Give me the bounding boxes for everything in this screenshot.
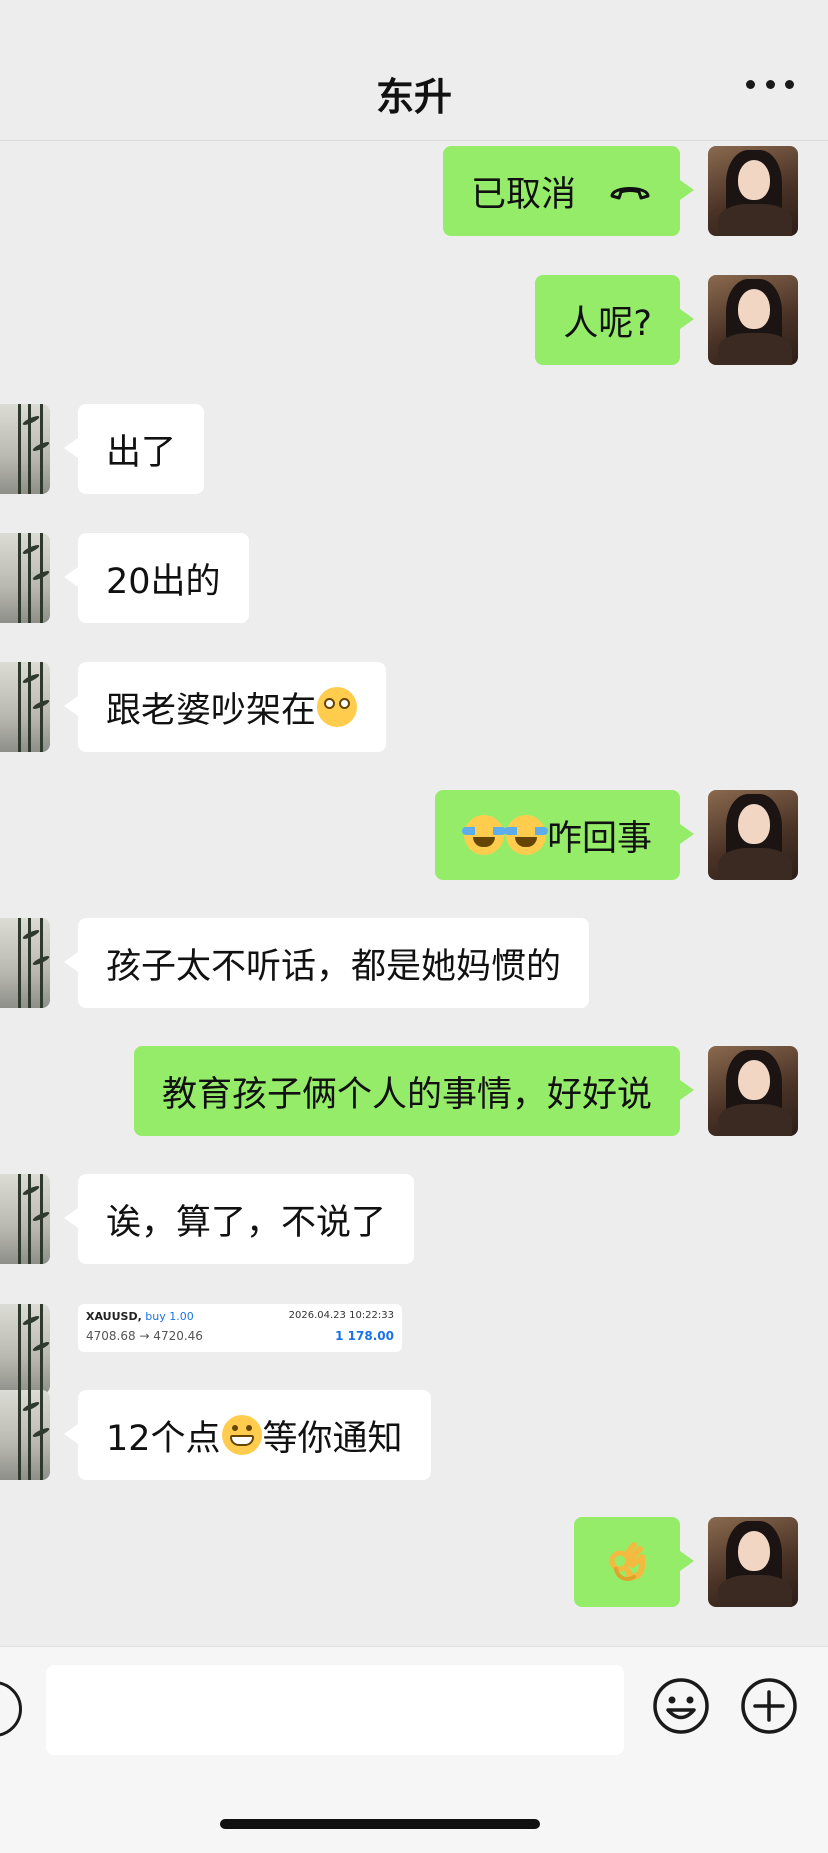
emoji-button[interactable] (652, 1677, 710, 1735)
message-text: 教育孩子俩个人的事情，好好说 (161, 1074, 652, 1115)
trade-datetime: 2026.04.23 10:22:33 (288, 1310, 394, 1321)
call-cancelled-icon (610, 187, 650, 200)
message-text: 咋回事 (546, 818, 652, 859)
plus-button[interactable] (740, 1677, 798, 1735)
message-bubble-other[interactable]: 孩子太不听话，都是她妈惯的 (63, 918, 590, 1008)
contact-avatar[interactable] (0, 533, 50, 623)
message-input[interactable] (46, 1665, 624, 1755)
message-text: 20出的 (106, 561, 221, 602)
message-bubble-other[interactable]: 12个点 等你通知 (64, 1390, 431, 1480)
trade-profit: 1 178.00 (335, 1329, 394, 1343)
grinning-face-icon (221, 1415, 262, 1455)
message-text: 诶，算了，不说了 (106, 1202, 387, 1243)
message-bubble-mine[interactable]: 已取消 (442, 146, 695, 236)
message-text: 人呢? (563, 303, 652, 344)
my-avatar[interactable] (708, 790, 798, 880)
trade-screenshot-card[interactable]: XAUUSD, buy 1.00 2026.04.23 10:22:33 470… (78, 1304, 402, 1352)
message-bubble-other[interactable]: 跟老婆吵架在 (63, 662, 387, 752)
trade-symbol: XAUUSD, (86, 1310, 142, 1323)
voice-input-button[interactable] (0, 1681, 22, 1737)
my-avatar[interactable] (708, 1046, 798, 1136)
contact-avatar[interactable] (0, 1390, 50, 1480)
message-text: 12个点 (106, 1418, 221, 1459)
message-bubble-mine[interactable]: 教育孩子俩个人的事情，好好说 (133, 1046, 695, 1136)
loudly-crying-face-icon (503, 815, 548, 855)
chat-header: 东升 (0, 0, 828, 141)
my-avatar[interactable] (708, 275, 798, 365)
message-text: 等你通知 (262, 1418, 403, 1459)
message-bubble-mine[interactable]: 人呢? (535, 275, 694, 365)
trade-prices: 4708.68 → 4720.46 (86, 1329, 203, 1343)
flushed-face-icon (317, 687, 358, 727)
message-text: 孩子太不听话，都是她妈惯的 (106, 946, 562, 987)
message-text: 跟老婆吵架在 (106, 690, 317, 731)
home-indicator (220, 1819, 540, 1829)
my-avatar[interactable] (708, 1517, 798, 1607)
contact-avatar[interactable] (0, 662, 50, 752)
message-bubble-mine[interactable]: 咋回事 (434, 790, 695, 880)
message-text: 已取消 (470, 174, 576, 215)
message-bubble-mine[interactable] (574, 1517, 694, 1607)
loudly-crying-face-icon (461, 815, 506, 855)
input-bar (0, 1646, 828, 1853)
message-bubble-other[interactable]: 20出的 (64, 533, 249, 623)
trade-action: buy 1.00 (145, 1310, 194, 1323)
message-bubble-other[interactable]: 诶，算了，不说了 (63, 1174, 415, 1264)
my-avatar[interactable] (708, 146, 798, 236)
message-bubble-other[interactable]: 出了 (63, 404, 205, 494)
chat-title: 东升 (375, 75, 452, 119)
message-text: 出了 (106, 432, 177, 473)
contact-avatar[interactable] (0, 1174, 50, 1264)
contact-avatar[interactable] (0, 918, 50, 1008)
contact-avatar[interactable] (0, 404, 50, 494)
contact-avatar[interactable] (0, 1304, 50, 1394)
ok-hand-icon (609, 1542, 645, 1581)
more-options-icon[interactable] (746, 78, 794, 90)
